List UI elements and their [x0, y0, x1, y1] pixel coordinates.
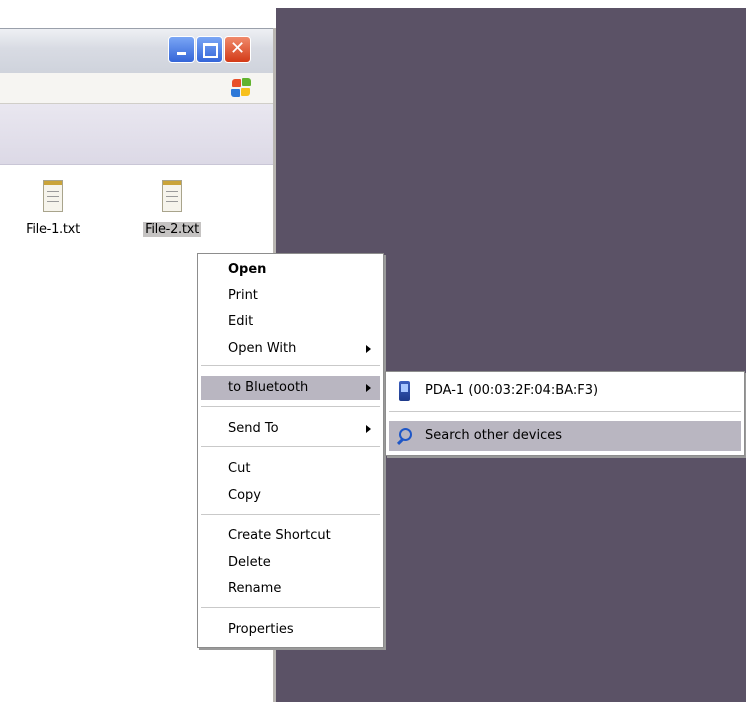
context-menu: Open Print Edit Open With to Bluetooth S…: [197, 253, 384, 648]
menu-item-edit[interactable]: Edit: [201, 310, 380, 334]
search-icon: [396, 428, 412, 444]
file-name: File-1.txt: [26, 222, 80, 237]
submenu-arrow-icon: [366, 425, 371, 433]
menu-separator: [201, 446, 380, 448]
bluetooth-submenu: PDA-1 (00:03:2F:04:BA:F3) Search other d…: [385, 371, 745, 456]
menu-separator: [201, 365, 380, 367]
toolbar: [0, 104, 273, 165]
menu-item-print[interactable]: Print: [201, 284, 380, 308]
text-file-icon: [162, 180, 182, 212]
submenu-arrow-icon: [366, 384, 371, 392]
menu-separator: [201, 514, 380, 516]
menu-separator: [201, 607, 380, 609]
submenu-separator: [389, 411, 741, 413]
menu-item-open[interactable]: Open: [201, 258, 380, 282]
close-button[interactable]: ✕: [224, 36, 251, 63]
text-file-icon: [43, 180, 63, 212]
menu-item-properties[interactable]: Properties: [201, 618, 380, 642]
menu-item-send-to[interactable]: Send To: [201, 417, 380, 441]
menu-item-open-with[interactable]: Open With: [201, 337, 380, 361]
pda-icon: [399, 381, 410, 401]
maximize-button[interactable]: [196, 36, 223, 63]
menu-item-copy[interactable]: Copy: [201, 484, 380, 508]
menu-item-to-bluetooth[interactable]: to Bluetooth: [201, 376, 380, 400]
minimize-button[interactable]: [168, 36, 195, 63]
windows-logo-icon: [230, 78, 252, 98]
file-item-selected[interactable]: File-2.txt: [127, 180, 217, 237]
menu-item-rename[interactable]: Rename: [201, 577, 380, 601]
title-bar[interactable]: ✕: [0, 28, 273, 73]
submenu-arrow-icon: [366, 345, 371, 353]
submenu-item-pda-1[interactable]: PDA-1 (00:03:2F:04:BA:F3): [389, 376, 741, 406]
menu-item-cut[interactable]: Cut: [201, 457, 380, 481]
file-item[interactable]: File-1.txt: [8, 180, 98, 237]
file-name: File-2.txt: [143, 222, 201, 237]
menu-item-delete[interactable]: Delete: [201, 551, 380, 575]
menu-separator: [201, 406, 380, 408]
menu-bar: [0, 73, 273, 104]
submenu-item-search-other-devices[interactable]: Search other devices: [389, 421, 741, 451]
menu-item-create-shortcut[interactable]: Create Shortcut: [201, 524, 380, 548]
